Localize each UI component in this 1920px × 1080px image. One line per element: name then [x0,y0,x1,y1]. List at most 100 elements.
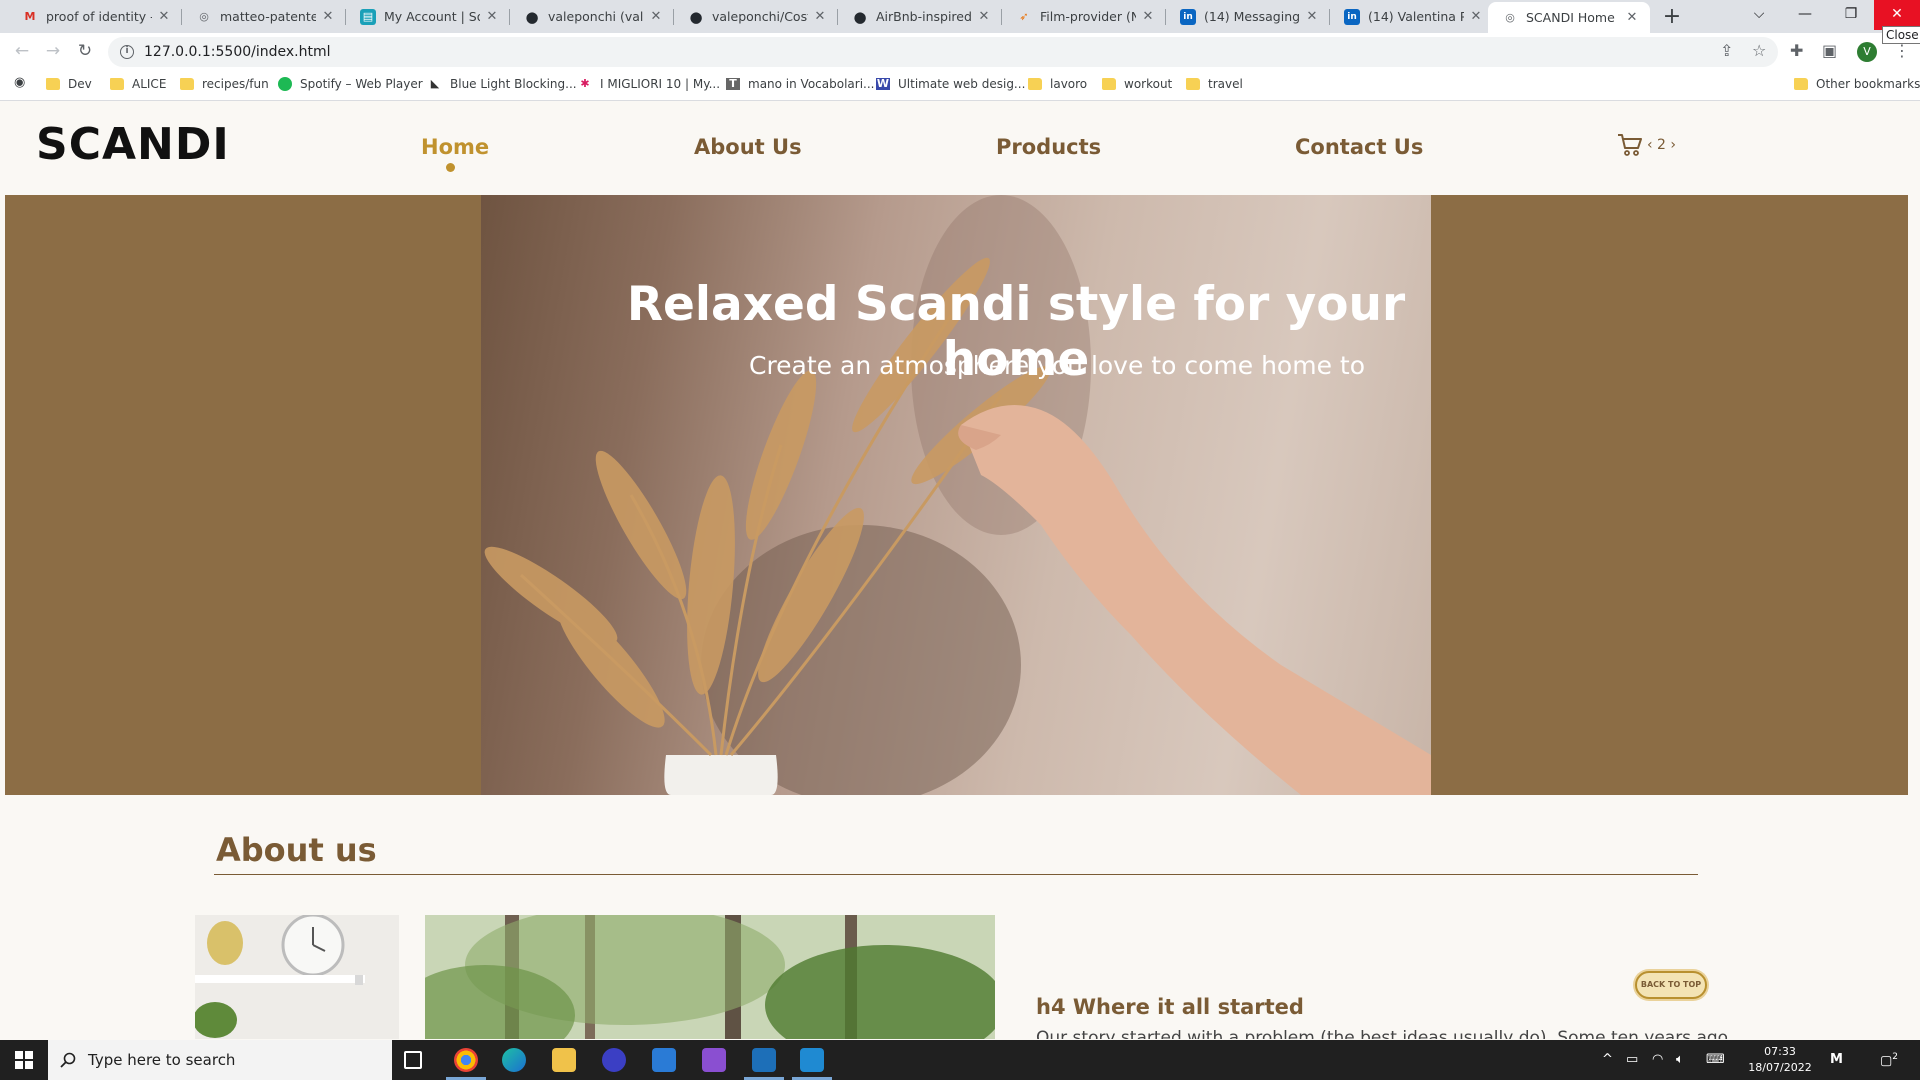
bookmark-folder[interactable]: ALICE [110,77,166,91]
github-icon: ● [689,7,703,26]
close-icon[interactable]: ✕ [156,9,172,24]
bookmark-link[interactable]: ✱ I MIGLIORI 10 | My... [578,77,720,91]
nav-products[interactable]: Products [996,135,1101,159]
mail-icon[interactable] [652,1048,676,1072]
browser-tab[interactable]: in (14) Messaging | Li ✕ [1166,0,1330,33]
clock-date: 18/07/2022 [1748,1061,1812,1074]
restore-button[interactable]: ❐ [1828,0,1874,30]
address-bar[interactable]: i 127.0.0.1:5500/index.html [108,37,1778,67]
minimize-button[interactable]: — [1782,0,1828,30]
treccani-icon: T [726,78,740,90]
cart-button[interactable]: ‹ 2 › [1617,133,1676,157]
tab-title: SCANDI Home [1526,10,1615,25]
cart-icon [1618,134,1642,156]
keyboard-icon[interactable]: ⌨ [1706,1052,1725,1067]
teams-icon[interactable] [602,1048,626,1072]
close-icon[interactable]: ✕ [1304,9,1320,24]
close-icon[interactable]: ✕ [320,9,336,24]
close-icon[interactable]: ✕ [648,9,664,24]
bookmark-link[interactable]: ◣ Blue Light Blocking... [428,77,577,91]
file-explorer-icon[interactable] [552,1048,576,1072]
bookmark-folder[interactable]: workout [1102,77,1172,91]
other-bookmarks-folder[interactable]: Other bookmarks [1794,77,1920,91]
browser-toolbar: ← → ↻ i 127.0.0.1:5500/index.html ⇪ ☆ ✚ … [0,33,1920,71]
folder-icon [1028,78,1042,90]
close-icon[interactable]: ✕ [812,9,828,24]
app-tray-icon[interactable]: M [1830,1052,1843,1067]
back-arrow-icon[interactable]: ← [10,39,34,63]
browser-tab[interactable]: M proof of identity - ✕ [8,0,182,33]
close-tooltip: Close [1882,26,1920,44]
bookmark-label: Dev [68,77,92,91]
taskbar-clock[interactable]: 07:33 18/07/2022 [1740,1044,1820,1076]
browser-tab[interactable]: ● valeponchi/Costa- ✕ [674,0,838,33]
apps-icon[interactable]: ◉ [14,76,25,89]
paint-icon[interactable] [752,1048,776,1072]
extensions-puzzle-icon[interactable]: ✚ [1790,41,1803,60]
bookmark-label: workout [1124,77,1173,91]
linkedin-icon: in [1180,8,1196,25]
bookmark-link[interactable]: Tmano in Vocabolari... [726,77,875,91]
info-icon[interactable]: i [120,45,134,59]
bookmark-link[interactable]: Spotify – Web Player [278,77,423,91]
tab-title: Film-provider (Netl [1040,9,1136,24]
reload-icon[interactable]: ↻ [73,39,97,63]
github-icon: ● [853,7,867,26]
close-icon[interactable]: ✕ [1624,10,1640,25]
forward-arrow-icon[interactable]: → [41,39,65,63]
nav-contact-us[interactable]: Contact Us [1295,135,1423,159]
bookmark-folder[interactable]: recipes/fun [180,77,269,91]
bookmark-folder[interactable]: Dev [46,77,92,91]
new-tab-button[interactable]: + [1660,4,1684,29]
taskbar-search-box[interactable]: Type here to search [48,1040,392,1080]
nav-home[interactable]: Home [421,135,489,159]
close-icon[interactable]: ✕ [976,9,992,24]
bookmark-folder[interactable]: lavoro [1028,77,1087,91]
bookmark-folder[interactable]: travel [1186,77,1243,91]
browser-tab[interactable]: ● AirBnb-inspired-gr ✕ [838,0,1002,33]
close-icon[interactable]: ✕ [1468,9,1484,24]
browser-tab-strip: M proof of identity - ✕ ◎ matteo-patente… [0,0,1920,33]
webflow-icon: W [876,77,890,90]
sparkle-icon: ✱ [580,77,590,90]
chevron-up-icon[interactable]: ^ [1602,1052,1613,1067]
site-header: SCANDI Home About Us Products Contact Us… [0,101,1920,195]
bookmark-star-icon[interactable]: ☆ [1752,41,1766,60]
battery-icon[interactable]: ▭ [1626,1052,1638,1067]
url-text[interactable]: 127.0.0.1:5500/index.html [144,44,331,60]
close-icon[interactable]: ✕ [1140,9,1156,24]
bookmark-label: recipes/fun [202,77,269,91]
folder-icon [1794,78,1808,90]
browser-tab-active[interactable]: ◎ SCANDI Home ✕ [1488,2,1650,33]
site-logo[interactable]: SCANDI [36,119,230,170]
github-icon: ● [525,7,539,26]
bookmark-label: lavoro [1050,77,1088,91]
browser-tab[interactable]: ● valeponchi (valepo ✕ [510,0,674,33]
share-icon[interactable]: ⇪ [1720,41,1733,60]
volume-icon[interactable]: 🔈︎ [1676,1052,1684,1067]
edge-icon[interactable] [502,1048,526,1072]
vscode-icon[interactable] [800,1048,824,1072]
side-panel-icon[interactable]: ▣ [1822,41,1837,60]
search-icon [60,1052,76,1068]
globe-icon: ◎ [199,10,209,23]
notifications-icon[interactable]: ▢2 [1880,1052,1898,1068]
browser-tab[interactable]: ▤ My Account | South ✕ [346,0,510,33]
bookmark-label: Ultimate web desig... [898,77,1026,91]
folder-icon [46,78,60,90]
profile-avatar[interactable]: V [1857,42,1877,62]
start-button[interactable] [0,1040,48,1080]
back-to-top-button[interactable]: BACK TO TOP [1635,971,1707,999]
chrome-icon[interactable] [454,1048,478,1072]
tab-search-chevron-icon[interactable]: ⌵ [1736,0,1782,30]
bookmark-link[interactable]: W Ultimate web desig... [876,77,1025,91]
wifi-icon[interactable]: ◠ [1652,1052,1663,1067]
hero-subtitle: Create an atmosphere you love to come ho… [748,351,1365,380]
visual-studio-icon[interactable] [702,1048,726,1072]
close-icon[interactable]: ✕ [484,9,500,24]
browser-tab[interactable]: ◎ matteo-patente-EU ✕ [182,0,346,33]
task-view-icon[interactable] [404,1051,422,1069]
nav-about-us[interactable]: About Us [694,135,802,159]
browser-tab[interactable]: in (14) Valentina Ponc ✕ [1330,0,1494,33]
browser-tab[interactable]: ➶ Film-provider (Netl ✕ [1002,0,1166,33]
